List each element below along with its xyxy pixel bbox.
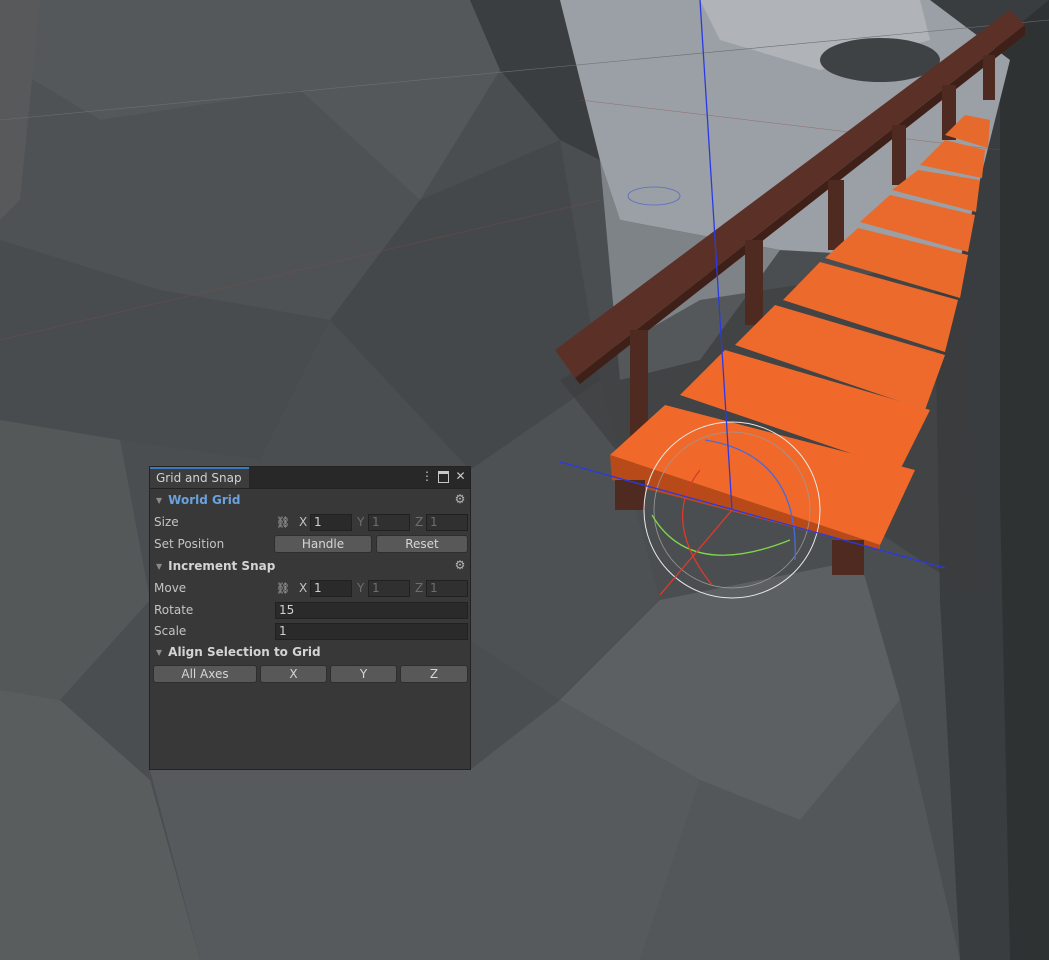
rotate-field[interactable]: 15 (275, 602, 468, 619)
move-y-label: Y (357, 581, 365, 595)
move-y-field: 1 (368, 580, 410, 597)
size-x-label: X (299, 515, 308, 529)
size-label: Size (154, 515, 179, 529)
chevron-down-icon[interactable]: ▼ (156, 496, 162, 505)
link-icon[interactable]: ⛓ (276, 582, 290, 595)
move-z-label: Z (415, 581, 424, 595)
size-y-label: Y (357, 515, 365, 529)
align-header[interactable]: ▼ Align Selection to Grid (150, 641, 470, 663)
link-icon[interactable]: ⛓ (276, 516, 290, 529)
close-icon[interactable]: ✕ (455, 469, 466, 483)
align-x-button[interactable]: X (260, 665, 327, 683)
align-title: Align Selection to Grid (168, 645, 321, 659)
bridge-post (828, 180, 844, 250)
increment-snap-header[interactable]: ▼ Increment Snap ⚙ (150, 555, 470, 577)
move-x-field[interactable]: 1 (310, 580, 352, 597)
scale-label: Scale (154, 623, 187, 638)
grid-and-snap-panel: Grid and Snap ⋮ ✕ ▼ World Grid ⚙ Size ⛓ … (149, 466, 471, 770)
panel-tab-bar: Grid and Snap ⋮ ✕ (150, 467, 470, 489)
size-x-field[interactable]: 1 (310, 514, 352, 531)
rotate-label: Rotate (154, 602, 194, 617)
bridge-post (892, 125, 906, 185)
align-buttons-row: All Axes X Y Z (150, 663, 470, 685)
move-row: Move ⛓ X 1 Y 1 Z 1 (150, 577, 470, 599)
far-rock (820, 38, 940, 82)
rotate-row: Rotate 15 (150, 599, 470, 620)
size-row: Size ⛓ X 1 Y 1 Z 1 (150, 511, 470, 533)
handle-button[interactable]: Handle (274, 535, 372, 553)
bridge-post (983, 55, 995, 100)
bridge-post (745, 240, 763, 325)
size-z-field: 1 (426, 514, 468, 531)
move-x-label: X (299, 581, 308, 595)
align-all-axes-button[interactable]: All Axes (153, 665, 257, 683)
gear-icon[interactable]: ⚙ (454, 559, 466, 571)
cliff-wall (1000, 0, 1049, 960)
increment-snap-title: Increment Snap (168, 559, 276, 573)
move-label: Move (154, 581, 187, 595)
align-y-button[interactable]: Y (330, 665, 397, 683)
reset-button[interactable]: Reset (376, 535, 468, 553)
set-position-label: Set Position (154, 537, 225, 551)
maximize-icon[interactable] (438, 471, 449, 483)
chevron-down-icon[interactable]: ▼ (156, 562, 162, 571)
gear-icon[interactable]: ⚙ (454, 493, 466, 505)
kebab-menu-icon[interactable]: ⋮ (421, 469, 433, 483)
move-z-field: 1 (426, 580, 468, 597)
size-z-label: Z (415, 515, 424, 529)
tab-grid-and-snap[interactable]: Grid and Snap (150, 467, 249, 488)
bridge-support (832, 540, 864, 575)
scale-row: Scale 1 (150, 620, 470, 641)
size-y-field: 1 (368, 514, 410, 531)
world-grid-title: World Grid (168, 493, 241, 507)
align-z-button[interactable]: Z (400, 665, 468, 683)
world-grid-header[interactable]: ▼ World Grid ⚙ (150, 489, 470, 511)
chevron-down-icon[interactable]: ▼ (156, 648, 162, 657)
set-position-row: Set Position Handle Reset (150, 533, 470, 555)
scale-field[interactable]: 1 (275, 623, 468, 640)
